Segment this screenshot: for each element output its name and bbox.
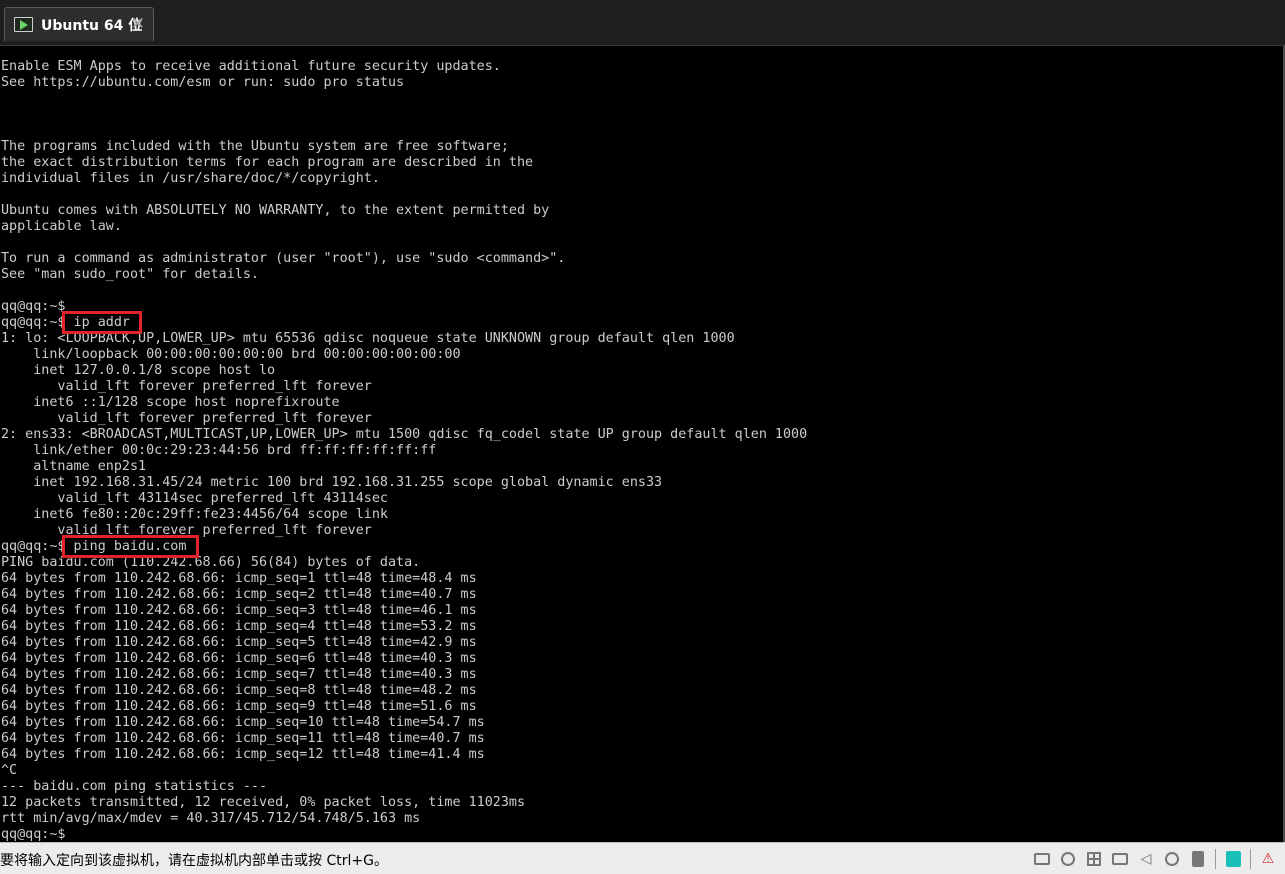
terminal-line: 64 bytes from 110.242.68.66: icmp_seq=11… — [1, 731, 485, 746]
usb-icon[interactable] — [1163, 850, 1181, 868]
terminal-line: qq@qq:~$ — [1, 299, 66, 314]
hard-disk-icon[interactable] — [1189, 850, 1207, 868]
terminal-line: applicable law. — [1, 219, 122, 234]
terminal-line: valid_lft forever preferred_lft forever — [1, 523, 372, 538]
terminal-line: inet6 ::1/128 scope host noprefixroute — [1, 395, 340, 410]
terminal-line: 64 bytes from 110.242.68.66: icmp_seq=3 … — [1, 603, 477, 618]
tray-separator — [1250, 849, 1251, 869]
terminal-line: rtt min/avg/max/mdev = 40.317/45.712/54.… — [1, 811, 421, 826]
terminal-line: 64 bytes from 110.242.68.66: icmp_seq=2 … — [1, 587, 477, 602]
terminal-line: inet 127.0.0.1/8 scope host lo — [1, 363, 276, 378]
terminal-line: See "man sudo_root" for details. — [1, 267, 259, 282]
display-icon[interactable] — [1224, 850, 1242, 868]
terminal-line: Enable ESM Apps to receive additional fu… — [1, 59, 501, 74]
terminal-line: 2: ens33: <BROADCAST,MULTICAST,UP,LOWER_… — [1, 427, 808, 442]
terminal-line: 64 bytes from 110.242.68.66: icmp_seq=1 … — [1, 571, 477, 586]
network-icon[interactable] — [1085, 850, 1103, 868]
terminal-line: Ubuntu comes with ABSOLUTELY NO WARRANTY… — [1, 203, 550, 218]
status-bar: 要将输入定向到该虚拟机，请在虚拟机内部单击或按 Ctrl+G。 ◁ ⚠ — [0, 842, 1285, 874]
terminal-line: individual files in /usr/share/doc/*/cop… — [1, 171, 380, 186]
terminal-line: valid_lft forever preferred_lft forever — [1, 379, 372, 394]
terminal-line: valid_lft forever preferred_lft forever — [1, 411, 372, 426]
terminal-line: 12 packets transmitted, 12 received, 0% … — [1, 795, 526, 810]
terminal-line: altname enp2s1 — [1, 459, 147, 474]
printer-icon[interactable] — [1111, 850, 1129, 868]
network-adapter-icon[interactable] — [1033, 850, 1051, 868]
terminal-line: qq@qq:~$ ip addr — [1, 311, 807, 334]
cd-dvd-icon[interactable] — [1059, 850, 1077, 868]
terminal-line: 1: lo: <LOOPBACK,UP,LOWER_UP> mtu 65536 … — [1, 331, 735, 346]
terminal-line: See https://ubuntu.com/esm or run: sudo … — [1, 75, 405, 90]
terminal-line: 64 bytes from 110.242.68.66: icmp_seq=6 … — [1, 651, 477, 666]
terminal-line: valid_lft 43114sec preferred_lft 43114se… — [1, 491, 388, 506]
terminal-line: PING baidu.com (110.242.68.66) 56(84) by… — [1, 555, 421, 570]
tab-ubuntu-vm[interactable]: Ubuntu 64 位 ✕ — [4, 7, 154, 41]
sound-icon[interactable]: ◁ — [1137, 850, 1155, 868]
terminal-line: inet 192.168.31.45/24 metric 100 brd 192… — [1, 475, 663, 490]
terminal-output: Enable ESM Apps to receive additional fu… — [1, 59, 807, 842]
terminal-line: ^C — [1, 763, 18, 778]
close-icon[interactable]: ✕ — [131, 14, 145, 34]
terminal-line: 64 bytes from 110.242.68.66: icmp_seq=8 … — [1, 683, 477, 698]
terminal-line: 64 bytes from 110.242.68.66: icmp_seq=12… — [1, 747, 485, 762]
terminal-line: qq@qq:~$ — [1, 827, 66, 842]
device-tray: ◁ ⚠ — [1025, 849, 1277, 869]
terminal-line: 64 bytes from 110.242.68.66: icmp_seq=4 … — [1, 619, 477, 634]
terminal-line: the exact distribution terms for each pr… — [1, 155, 534, 170]
status-message: 要将输入定向到该虚拟机，请在虚拟机内部单击或按 Ctrl+G。 — [0, 853, 388, 869]
vm-console[interactable]: Enable ESM Apps to receive additional fu… — [0, 46, 1283, 842]
terminal-line: inet6 fe80::20c:29ff:fe23:4456/64 scope … — [1, 507, 388, 522]
shell-prompt: qq@qq:~$ — [1, 539, 66, 554]
highlighted-command: ping baidu.com — [61, 535, 199, 558]
terminal-line: 64 bytes from 110.242.68.66: icmp_seq=7 … — [1, 667, 477, 682]
terminal-line: link/ether 00:0c:29:23:44:56 brd ff:ff:f… — [1, 443, 437, 458]
highlighted-command: ip addr — [61, 311, 143, 334]
tray-separator — [1215, 849, 1216, 869]
disconnect-icon[interactable]: ⚠ — [1259, 850, 1277, 868]
vm-play-icon — [14, 17, 33, 32]
terminal-line: link/loopback 00:00:00:00:00:00 brd 00:0… — [1, 347, 461, 362]
terminal-line: --- baidu.com ping statistics --- — [1, 779, 268, 794]
tab-title: Ubuntu 64 位 — [41, 17, 143, 34]
terminal-line: 64 bytes from 110.242.68.66: icmp_seq=9 … — [1, 699, 477, 714]
shell-prompt: qq@qq:~$ — [1, 315, 66, 330]
terminal-line: qq@qq:~$ ping baidu.com — [1, 535, 807, 558]
terminal-line: To run a command as administrator (user … — [1, 251, 566, 266]
terminal-line: The programs included with the Ubuntu sy… — [1, 139, 509, 154]
terminal-line: 64 bytes from 110.242.68.66: icmp_seq=5 … — [1, 635, 477, 650]
terminal-line: 64 bytes from 110.242.68.66: icmp_seq=10… — [1, 715, 485, 730]
vm-tab-bar: Ubuntu 64 位 ✕ — [0, 0, 1285, 46]
